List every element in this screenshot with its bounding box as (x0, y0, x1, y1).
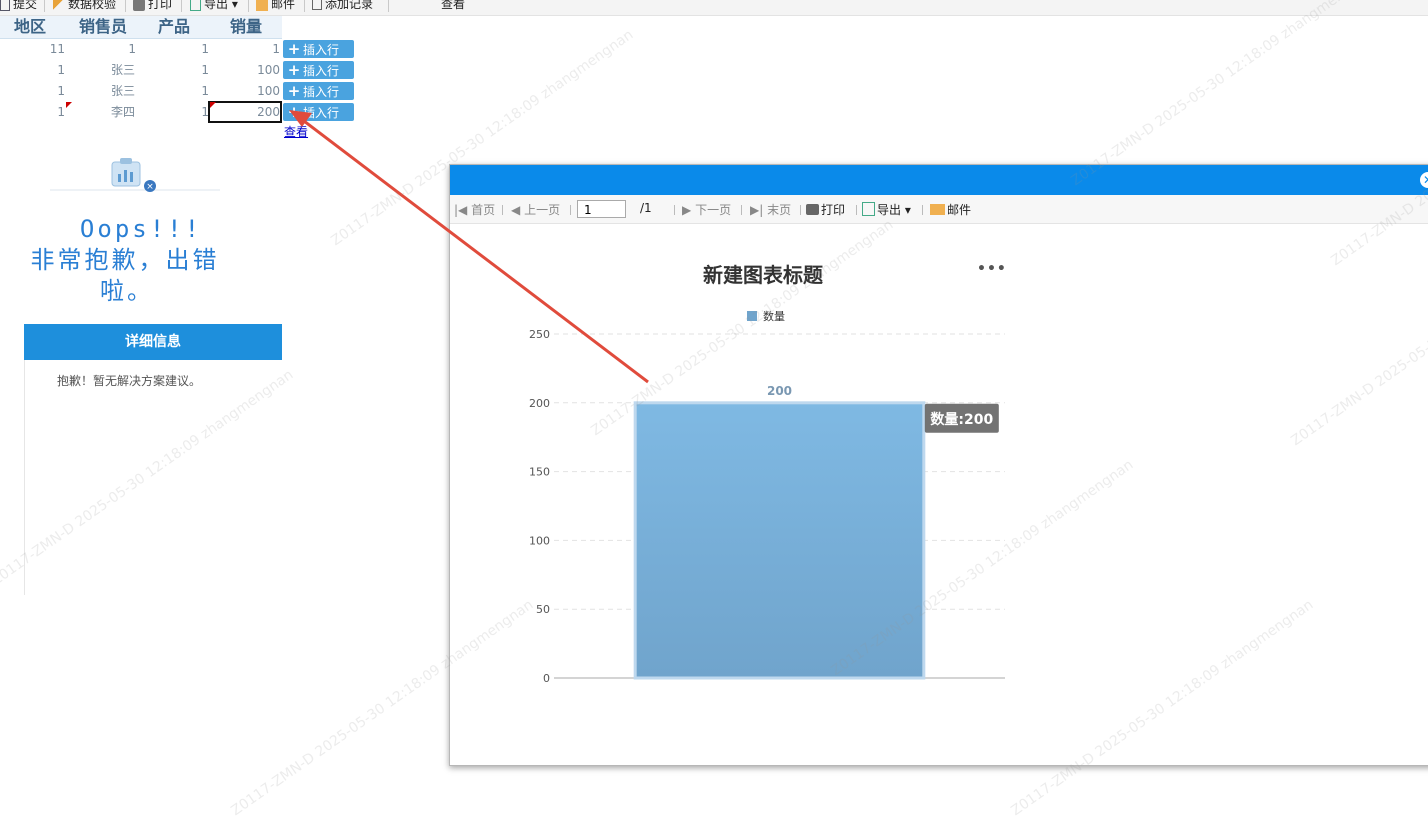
toolbar-divider (800, 205, 801, 215)
legend-label: 数量 (763, 310, 785, 323)
plus-icon: + (287, 40, 301, 58)
toolbar-divider (922, 205, 923, 215)
main-toolbar: 提交 数据校验 打印 导出 ▾ 邮件 添加记录 查看 (0, 0, 1428, 16)
plus-icon: + (287, 82, 301, 100)
toolbar-divider (125, 0, 126, 12)
watermark-text: Z0117-ZMN-D 2025-05-30 12:18:09 zhangmen… (1068, 0, 1377, 190)
table-cell[interactable]: 11 (0, 39, 65, 59)
toolbar-divider (674, 205, 675, 215)
toolbar-divider (248, 0, 249, 12)
first-page-icon: |◀ (454, 203, 468, 217)
add-record-icon (312, 0, 322, 10)
export-icon (190, 0, 201, 11)
page-total: /1 (640, 201, 652, 215)
legend-swatch (747, 311, 757, 321)
submit-button[interactable]: 提交 (0, 0, 37, 11)
next-page-button[interactable]: ▶ 下一页 (682, 201, 731, 218)
table-cell[interactable]: 1 (0, 60, 65, 80)
close-icon[interactable]: ✕ (1420, 172, 1428, 188)
error-title: Oops!!! (79, 215, 203, 243)
dialog-titlebar[interactable]: ✕ (450, 165, 1428, 195)
insert-row-button[interactable]: + 插入行 (283, 40, 354, 58)
dialog-export-button[interactable]: 导出 ▾ (862, 201, 911, 218)
insert-row-button[interactable]: + 插入行 (283, 103, 354, 121)
table-cell[interactable]: 200 (210, 102, 280, 122)
table-cell[interactable]: 1 (210, 39, 280, 59)
last-page-button[interactable]: ▶| 末页 (750, 201, 791, 218)
envelope-icon (930, 204, 945, 215)
tooltip-text: 数量:200 (930, 411, 993, 428)
prev-page-button[interactable]: ◀ 上一页 (511, 201, 560, 218)
y-tick-label: 100 (529, 534, 550, 547)
toolbar-divider (44, 0, 45, 12)
prev-page-icon: ◀ (511, 203, 521, 217)
more-options-icon[interactable]: ••• (977, 261, 1007, 277)
next-page-icon: ▶ (682, 203, 692, 217)
detail-info-text: 抱歉！暂无解决方案建议。 (57, 374, 202, 388)
view-button[interactable]: 查看 (441, 0, 465, 11)
table-cell[interactable]: 1 (70, 39, 136, 59)
toolbar-divider (388, 0, 389, 12)
table-cell[interactable]: 100 (210, 60, 280, 80)
table-cell[interactable]: 100 (210, 81, 280, 101)
y-tick-label: 150 (529, 466, 550, 479)
plus-icon: + (287, 103, 301, 121)
last-page-icon: ▶| (750, 203, 764, 217)
chart-title: 新建图表标题 (703, 263, 823, 287)
dropdown-arrow-icon: ▾ (231, 0, 238, 11)
svg-text:×: × (146, 182, 154, 192)
dialog-email-button[interactable]: 邮件 (930, 201, 971, 218)
first-page-button[interactable]: |◀ 首页 (454, 201, 495, 218)
email-button[interactable]: 邮件 (256, 0, 295, 11)
view-link[interactable]: 查看 (284, 123, 308, 140)
y-tick-label: 250 (529, 328, 550, 341)
printer-icon (133, 0, 145, 11)
detail-info-body: 抱歉！暂无解决方案建议。 (24, 360, 283, 595)
export-icon (862, 202, 875, 216)
insert-row-button[interactable]: + 插入行 (283, 82, 354, 100)
bar (633, 401, 926, 680)
bar-chart: 数量 0 50 100 150 200 250 200 数量:200 (529, 310, 1005, 685)
dropdown-arrow-icon: ▾ (904, 203, 911, 217)
validate-button[interactable]: 数据校验 (53, 0, 116, 11)
error-message-end: 啦。 (100, 277, 154, 305)
page-number-input[interactable]: 1 (577, 200, 626, 218)
plus-icon: + (287, 61, 301, 79)
detail-info-header[interactable]: 详细信息 (24, 324, 282, 360)
print-button[interactable]: 打印 (133, 0, 172, 11)
printer-icon (806, 204, 819, 215)
header-sales: 销量 (229, 17, 262, 36)
toolbar-divider (856, 205, 857, 215)
header-product: 产品 (157, 17, 190, 36)
table-cell[interactable]: 1 (140, 39, 209, 59)
toolbar-divider (741, 205, 742, 215)
table-cell[interactable]: 1 (0, 102, 65, 122)
dialog-print-button[interactable]: 打印 (806, 201, 845, 218)
error-illustration-icon: × (50, 158, 220, 192)
toolbar-divider (304, 0, 305, 12)
table-cell[interactable]: 1 (140, 102, 209, 122)
envelope-icon (256, 0, 268, 11)
dialog-toolbar: |◀ 首页 ◀ 上一页 1 /1 ▶ 下一页 ▶| 末页 打印 导出 ▾ 邮件 (450, 195, 1428, 224)
table-cell[interactable]: 1 (140, 60, 209, 80)
data-label: 200 (767, 384, 792, 398)
error-message: 非常抱歉，出错 (30, 246, 220, 274)
y-tick-label: 0 (543, 672, 550, 685)
pencil-icon (53, 0, 65, 11)
header-salesperson: 销售员 (78, 17, 127, 36)
y-tick-label: 200 (529, 397, 550, 410)
chart-preview-dialog: ✕ |◀ 首页 ◀ 上一页 1 /1 ▶ 下一页 ▶| 末页 打印 导出 ▾ 邮… (449, 164, 1428, 766)
changed-marker-icon (66, 102, 72, 108)
submit-icon (0, 0, 10, 11)
toolbar-divider (570, 205, 571, 215)
toolbar-divider (181, 0, 182, 12)
export-button[interactable]: 导出 ▾ (190, 0, 238, 11)
header-region: 地区 (13, 17, 46, 36)
y-tick-label: 50 (536, 603, 550, 616)
table-cell[interactable]: 1 (0, 81, 65, 101)
table-cell[interactable]: 1 (140, 81, 209, 101)
add-record-button[interactable]: 添加记录 (312, 0, 373, 11)
toolbar-divider (502, 205, 503, 215)
insert-row-button[interactable]: + 插入行 (283, 61, 354, 79)
